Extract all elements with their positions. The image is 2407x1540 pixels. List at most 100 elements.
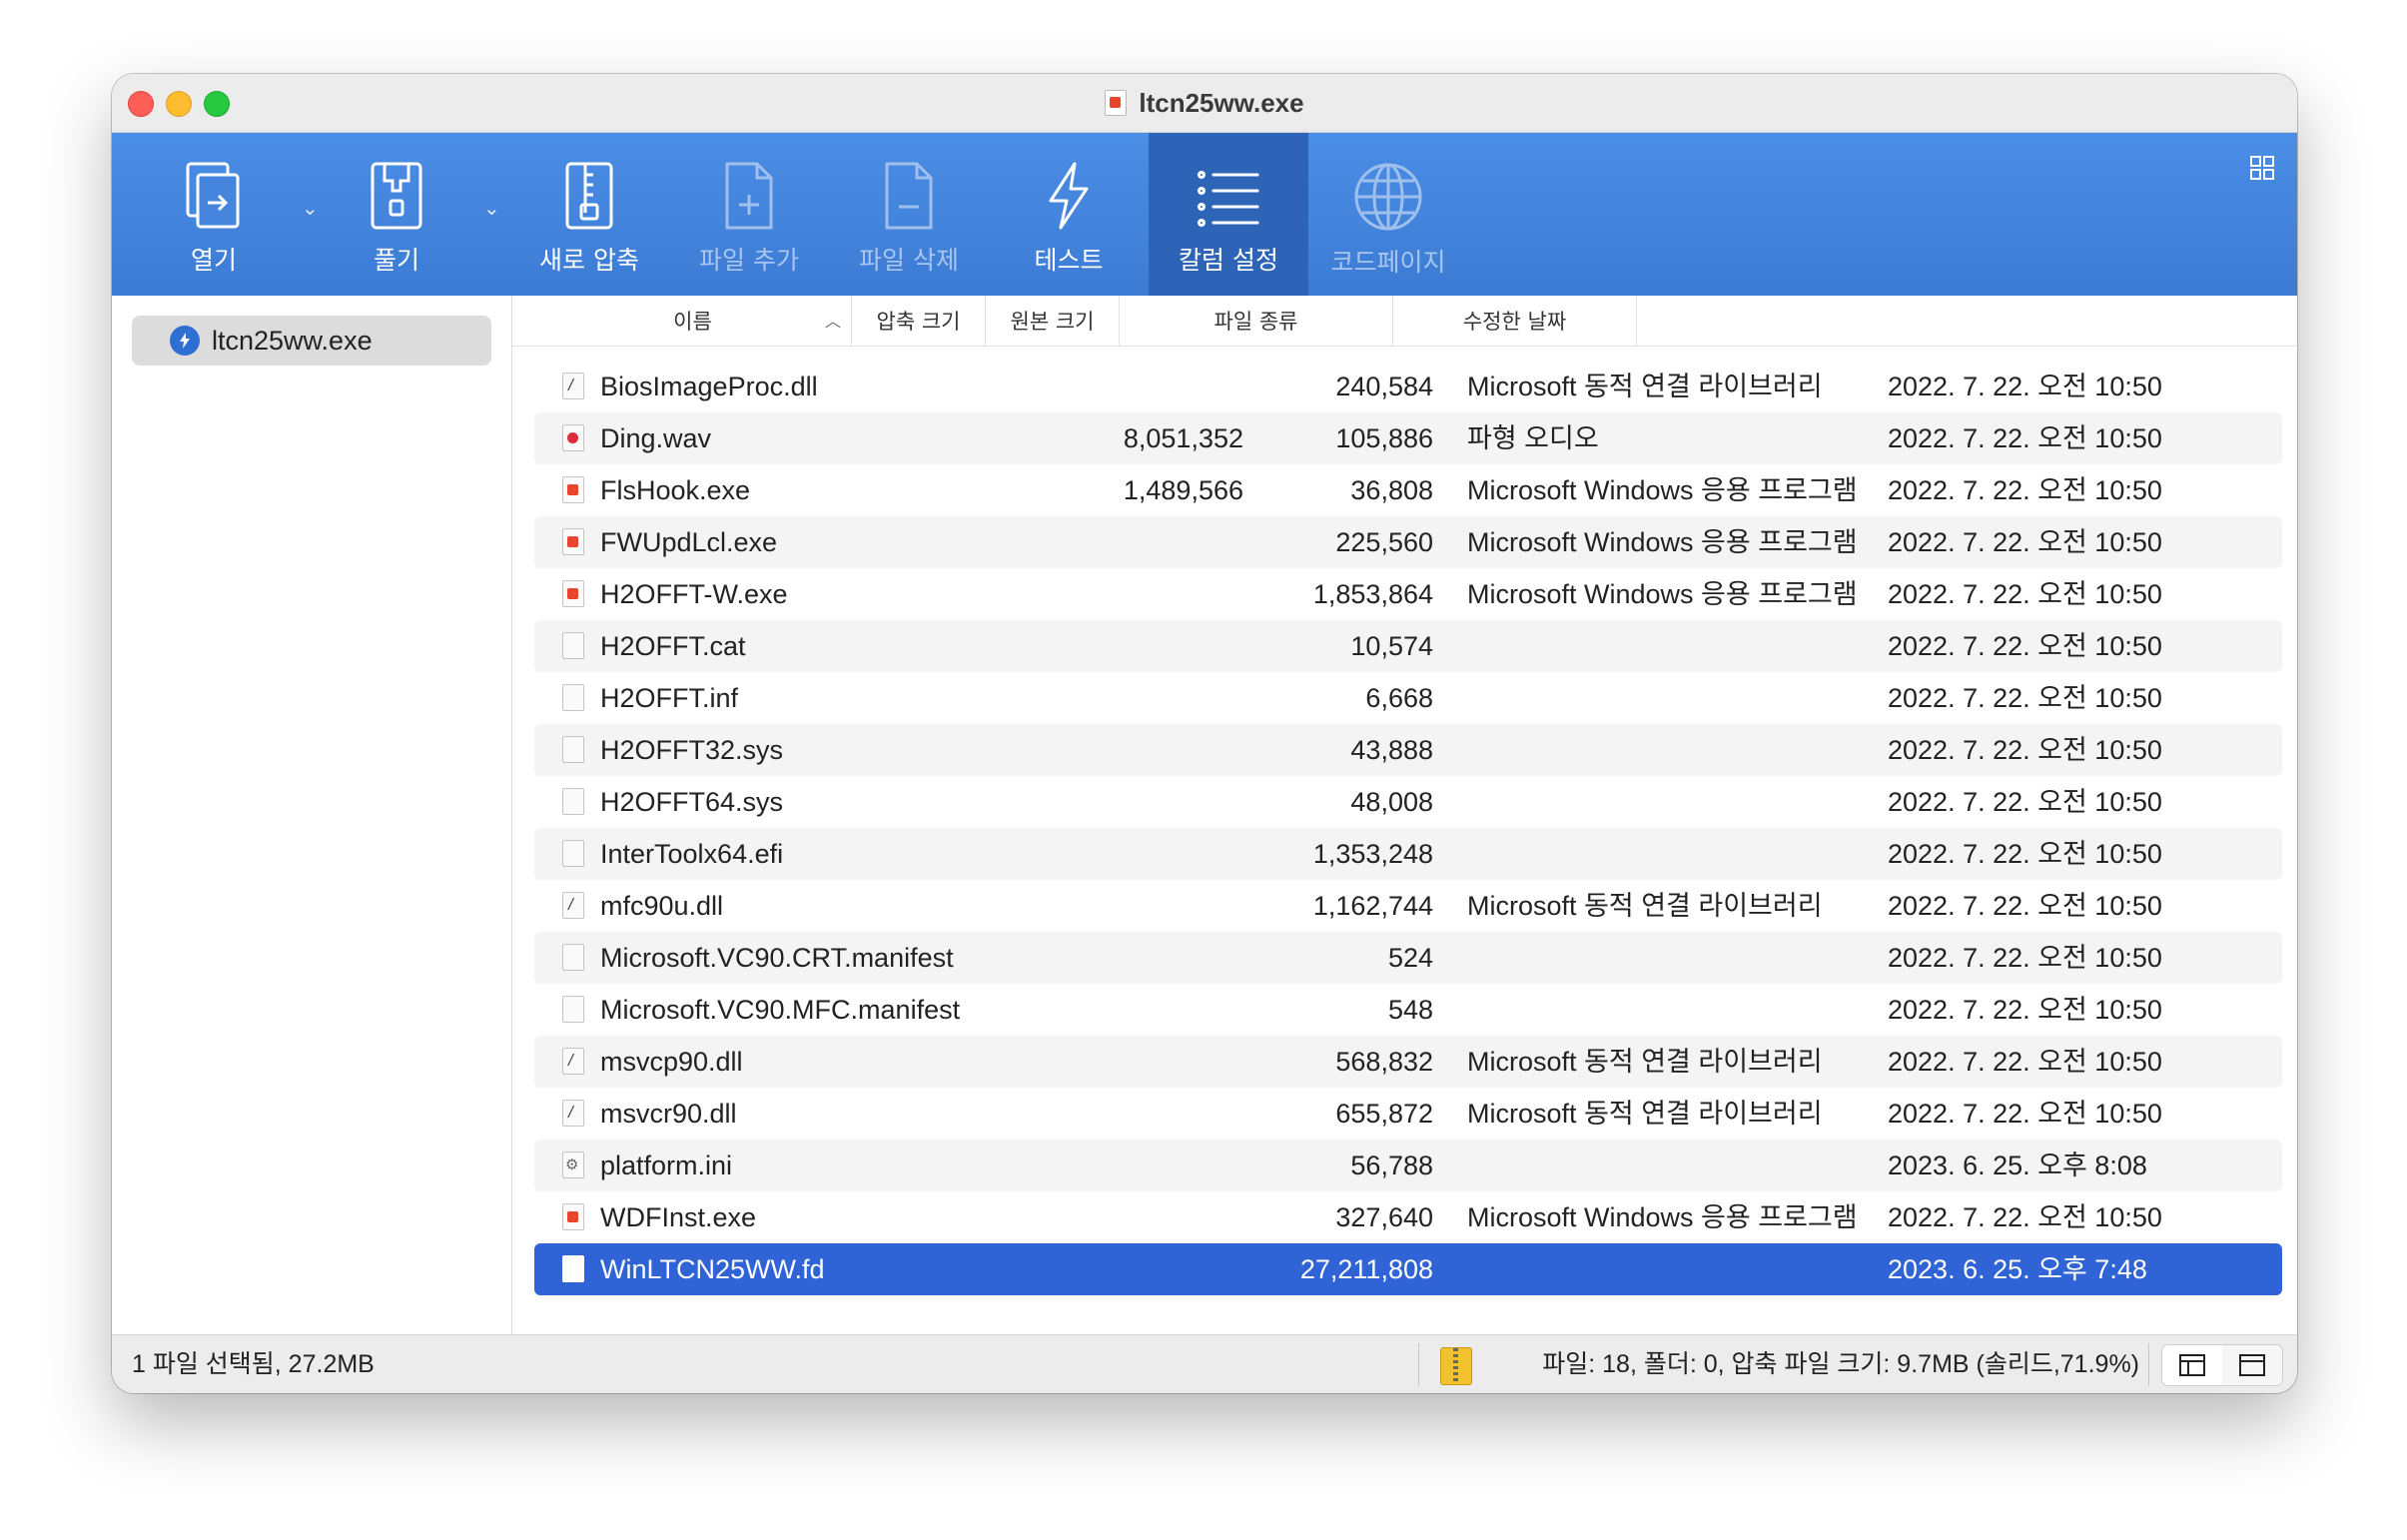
file-list-pane: 이름 ︿ 압축 크기 원본 크기 파일 종류 수정한 날짜 BiosImageP… bbox=[512, 296, 2297, 1334]
table-row[interactable]: mfc90u.dll 1,162,744 Microsoft 동적 연결 라이브러리… bbox=[534, 880, 2282, 932]
add-file-label: 파일 추가 bbox=[699, 246, 799, 275]
modified-date-cell: 2022. 7. 22. 오전 10:50 bbox=[1888, 579, 2162, 609]
original-size-cell: 1,162,744 bbox=[1312, 891, 1433, 921]
original-size-cell: 27,211,808 bbox=[1299, 1254, 1433, 1284]
original-size-cell: 48,008 bbox=[1350, 787, 1433, 817]
table-row[interactable]: msvcp90.dll 568,832 Microsoft 동적 연결 라이브러리 2… bbox=[534, 1036, 2282, 1088]
new-archive-button[interactable]: 새로 압축 bbox=[509, 133, 669, 296]
new-archive-icon bbox=[565, 162, 613, 230]
split-view-icon bbox=[2179, 1354, 2205, 1376]
table-row[interactable]: Ding.wav 8,051,352 105,886 파형 오디오 2022. 7. 2… bbox=[534, 412, 2282, 464]
original-size-cell: 548 bbox=[1387, 995, 1433, 1025]
codepage-button[interactable]: 코드페이지 bbox=[1308, 133, 1468, 296]
delete-file-button[interactable]: 파일 삭제 bbox=[829, 133, 989, 296]
new-archive-label: 새로 압축 bbox=[539, 246, 639, 275]
test-label: 테스트 bbox=[1034, 246, 1104, 275]
table-row[interactable]: H2OFFT32.sys 43,888 2022. 7. 22. 오전 10:50 bbox=[534, 724, 2282, 776]
extract-dropdown-chevron-icon[interactable]: ⌄ bbox=[483, 196, 500, 220]
column-settings-label: 칼럼 설정 bbox=[1179, 246, 1278, 275]
compressed-size-cell bbox=[1026, 361, 1243, 412]
original-size-cell: 36,808 bbox=[1350, 475, 1433, 505]
file-type-cell bbox=[1467, 776, 1867, 828]
title-bar: ltcn25ww.exe bbox=[112, 74, 2297, 133]
original-size-cell: 524 bbox=[1387, 943, 1433, 973]
file-type-cell bbox=[1467, 984, 1867, 1036]
lightning-icon bbox=[1049, 162, 1089, 230]
status-divider bbox=[1418, 1343, 1419, 1386]
toolbar: 열기 ⌄ 풀기 ⌄ 새로 압축 파일 추가 파일 삭제 테스트 칼럼 설정 코드… bbox=[112, 133, 2297, 296]
blank-file-icon bbox=[562, 684, 584, 711]
blank-file-icon bbox=[562, 1255, 584, 1282]
table-row[interactable]: Microsoft.VC90.CRT.manifest 524 2022. 7. 2… bbox=[534, 932, 2282, 984]
table-row[interactable]: msvcr90.dll 655,872 Microsoft 동적 연결 라이브러리 2… bbox=[534, 1088, 2282, 1140]
add-file-icon bbox=[725, 162, 773, 230]
original-size-cell: 56,788 bbox=[1350, 1151, 1433, 1180]
modified-date-cell: 2022. 7. 22. 오전 10:50 bbox=[1888, 1099, 2162, 1129]
open-button[interactable]: 열기 bbox=[134, 133, 294, 296]
view-grid-icon[interactable] bbox=[2249, 155, 2275, 181]
delete-file-icon bbox=[885, 162, 933, 230]
compressed-size-cell bbox=[1026, 984, 1243, 1036]
column-header-compressed[interactable]: 압축 크기 bbox=[852, 296, 986, 346]
table-row[interactable]: WDFInst.exe 327,640 Microsoft Windows 응용 프… bbox=[534, 1191, 2282, 1243]
column-header-type[interactable]: 파일 종류 bbox=[1120, 296, 1393, 346]
list-icon bbox=[1198, 171, 1259, 227]
table-row[interactable]: platform.ini 56,788 2023. 6. 25. 오후 8:08 bbox=[534, 1140, 2282, 1191]
file-name-cell: WinLTCN25WW.fd bbox=[600, 1254, 825, 1284]
file-type-cell: Microsoft 동적 연결 라이브러리 bbox=[1467, 891, 1823, 921]
table-row[interactable]: BiosImageProc.dll 240,584 Microsoft 동적 연결 … bbox=[534, 361, 2282, 412]
modified-date-cell: 2022. 7. 22. 오전 10:50 bbox=[1888, 787, 2162, 817]
original-size-cell: 1,853,864 bbox=[1312, 579, 1433, 609]
table-row[interactable]: H2OFFT64.sys 48,008 2022. 7. 22. 오전 10:50 bbox=[534, 776, 2282, 828]
globe-icon bbox=[1354, 163, 1422, 231]
file-type-cell: Microsoft Windows 응용 프로그램 bbox=[1467, 527, 1858, 557]
column-header-original-label: 원본 크기 bbox=[1010, 310, 1095, 334]
file-name-cell: msvcr90.dll bbox=[600, 1099, 737, 1129]
original-size-cell: 327,640 bbox=[1335, 1202, 1433, 1232]
add-file-button[interactable]: 파일 추가 bbox=[669, 133, 829, 296]
sidebar-item-archive[interactable]: ltcn25ww.exe bbox=[132, 316, 491, 366]
archive-bolt-icon bbox=[170, 326, 200, 356]
table-row[interactable]: InterToolx64.efi 1,353,248 2022. 7. 22. 오전… bbox=[534, 828, 2282, 880]
column-settings-button[interactable]: 칼럼 설정 bbox=[1149, 133, 1308, 296]
table-row[interactable]: H2OFFT-W.exe 1,853,864 Microsoft Windows 응… bbox=[534, 568, 2282, 620]
selection-status: 1 파일 선택됨, 27.2MB bbox=[132, 1350, 375, 1378]
column-header-name[interactable]: 이름 ︿ bbox=[534, 296, 852, 346]
file-name-cell: H2OFFT.inf bbox=[600, 683, 739, 713]
file-type-cell: Microsoft Windows 응용 프로그램 bbox=[1467, 475, 1858, 505]
modified-date-cell: 2022. 7. 22. 오전 10:50 bbox=[1888, 735, 2162, 765]
file-name-cell: H2OFFT-W.exe bbox=[600, 579, 788, 609]
file-name-cell: WDFInst.exe bbox=[600, 1202, 757, 1232]
original-size-cell: 655,872 bbox=[1335, 1099, 1433, 1129]
open-label: 열기 bbox=[190, 246, 237, 275]
test-button[interactable]: 테스트 bbox=[989, 133, 1149, 296]
modified-date-cell: 2022. 7. 22. 오전 10:50 bbox=[1888, 1047, 2162, 1077]
modified-date-cell: 2022. 7. 22. 오전 10:50 bbox=[1888, 423, 2162, 453]
table-row[interactable]: FlsHook.exe 1,489,566 36,808 Microsoft Wind… bbox=[534, 464, 2282, 516]
file-type-cell: Microsoft Windows 응용 프로그램 bbox=[1467, 579, 1858, 609]
column-header-original[interactable]: 원본 크기 bbox=[986, 296, 1120, 346]
original-size-cell: 43,888 bbox=[1350, 735, 1433, 765]
file-type-cell bbox=[1467, 1243, 1867, 1295]
table-row[interactable]: H2OFFT.inf 6,668 2022. 7. 22. 오전 10:50 bbox=[534, 672, 2282, 724]
table-row[interactable]: WinLTCN25WW.fd 27,211,808 2023. 6. 25. 오후 … bbox=[534, 1243, 2282, 1295]
table-row[interactable]: Microsoft.VC90.MFC.manifest 548 2022. 7. 2… bbox=[534, 984, 2282, 1036]
split-view-button[interactable] bbox=[2162, 1345, 2222, 1385]
extract-button[interactable]: 풀기 bbox=[317, 133, 476, 296]
table-row[interactable]: H2OFFT.cat 10,574 2022. 7. 22. 오전 10:50 bbox=[534, 620, 2282, 672]
compressed-size-cell bbox=[1026, 1140, 1243, 1191]
modified-date-cell: 2022. 7. 22. 오전 10:50 bbox=[1888, 839, 2162, 869]
blank-file-icon bbox=[562, 632, 584, 659]
compressed-size-cell bbox=[1026, 1088, 1243, 1140]
sort-ascending-icon: ︿ bbox=[824, 312, 841, 331]
status-bar: 1 파일 선택됨, 27.2MB 파일: 18, 폴더: 0, 압축 파일 크기… bbox=[112, 1334, 2297, 1393]
original-size-cell: 225,560 bbox=[1335, 527, 1433, 557]
table-row[interactable]: FWUpdLcl.exe 225,560 Microsoft Windows 응용 … bbox=[534, 516, 2282, 568]
file-type-cell: Microsoft 동적 연결 라이브러리 bbox=[1467, 1099, 1823, 1129]
single-view-button[interactable] bbox=[2222, 1345, 2282, 1385]
file-type-cell: 파형 오디오 bbox=[1467, 423, 1599, 453]
compressed-size-cell bbox=[1026, 620, 1243, 672]
compressed-size-cell bbox=[1026, 932, 1243, 984]
column-header-modified[interactable]: 수정한 날짜 bbox=[1393, 296, 1637, 346]
original-size-cell: 240,584 bbox=[1335, 372, 1433, 401]
